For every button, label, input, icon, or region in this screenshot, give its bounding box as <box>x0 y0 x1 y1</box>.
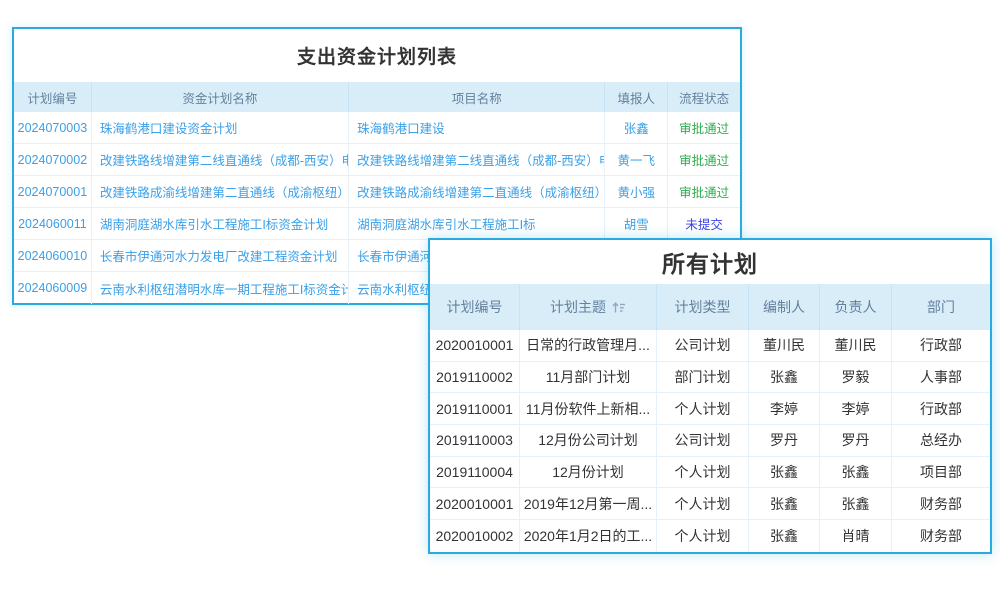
plan-subject-cell[interactable]: 日常的行政管理月... <box>520 330 657 361</box>
plan-row[interactable]: 2020010001 日常的行政管理月... 公司计划 董川民 董川民 行政部 <box>430 330 990 362</box>
status-badge: 审批通过 <box>668 176 740 207</box>
department-cell: 财务部 <box>892 520 990 552</box>
plan-no-cell: 2020010001 <box>430 488 520 519</box>
fund-plan-name-link[interactable]: 改建铁路成渝线增建第二直通线（成渝枢纽）... <box>92 176 349 207</box>
submitter-cell: 张鑫 <box>605 112 668 143</box>
fund-plan-row[interactable]: 2024070002 改建铁路线增建第二线直通线（成都-西安）电... 改建铁路… <box>14 144 740 176</box>
plan-row[interactable]: 2020010002 2020年1月2日的工... 个人计划 张鑫 肖晴 财务部 <box>430 520 990 552</box>
plan-subject-cell[interactable]: 12月份计划 <box>520 457 657 488</box>
column-header-fund-plan-name: 资金计划名称 <box>92 82 349 112</box>
owner-cell: 董川民 <box>820 330 892 361</box>
fund-plan-name-link[interactable]: 珠海鹤港口建设资金计划 <box>92 112 349 143</box>
author-cell: 李婷 <box>749 393 820 424</box>
owner-cell: 罗毅 <box>820 362 892 393</box>
department-cell: 财务部 <box>892 488 990 519</box>
all-plans-table-header: 计划编号 计划主题 计划类型 编制人 负责人 部门 <box>430 284 990 330</box>
plan-no-cell: 2019110004 <box>430 457 520 488</box>
department-cell: 行政部 <box>892 393 990 424</box>
owner-cell: 张鑫 <box>820 457 892 488</box>
plan-row[interactable]: 2020010001 2019年12月第一周... 个人计划 张鑫 张鑫 财务部 <box>430 488 990 520</box>
plan-no-cell[interactable]: 2024060010 <box>14 240 92 271</box>
plan-subject-cell[interactable]: 2019年12月第一周... <box>520 488 657 519</box>
plan-type-cell: 个人计划 <box>657 488 749 519</box>
plan-type-cell: 公司计划 <box>657 425 749 456</box>
plan-no-cell: 2019110002 <box>430 362 520 393</box>
fund-plan-name-link[interactable]: 改建铁路线增建第二线直通线（成都-西安）电... <box>92 144 349 175</box>
fund-plan-table-header: 计划编号 资金计划名称 项目名称 填报人 流程状态 <box>14 82 740 112</box>
submitter-cell: 胡雪 <box>605 208 668 239</box>
author-cell: 张鑫 <box>749 457 820 488</box>
plan-no-cell[interactable]: 2024060009 <box>14 272 92 304</box>
department-cell: 行政部 <box>892 330 990 361</box>
column-header-plan-no: 计划编号 <box>14 82 92 112</box>
plan-row[interactable]: 2019110004 12月份计划 个人计划 张鑫 张鑫 项目部 <box>430 457 990 489</box>
plan-subject-cell[interactable]: 2020年1月2日的工... <box>520 520 657 552</box>
project-name-link[interactable]: 珠海鹤港口建设 <box>349 112 605 143</box>
project-name-link[interactable]: 湖南洞庭湖水库引水工程施工I标 <box>349 208 605 239</box>
fund-plan-name-link[interactable]: 长春市伊通河水力发电厂改建工程资金计划 <box>92 240 349 271</box>
plan-no-cell[interactable]: 2024070002 <box>14 144 92 175</box>
owner-cell: 罗丹 <box>820 425 892 456</box>
status-badge: 审批通过 <box>668 112 740 143</box>
column-header-workflow-status: 流程状态 <box>668 82 740 112</box>
submitter-cell: 黄小强 <box>605 176 668 207</box>
fund-plan-list-title: 支出资金计划列表 <box>14 29 740 82</box>
fund-plan-name-link[interactable]: 湖南洞庭湖水库引水工程施工I标资金计划 <box>92 208 349 239</box>
plan-type-cell: 公司计划 <box>657 330 749 361</box>
plan-type-cell: 部门计划 <box>657 362 749 393</box>
fund-plan-row[interactable]: 2024070001 改建铁路成渝线增建第二直通线（成渝枢纽）... 改建铁路成… <box>14 176 740 208</box>
plan-row[interactable]: 2019110001 11月份软件上新相... 个人计划 李婷 李婷 行政部 <box>430 393 990 425</box>
plan-no-cell: 2019110001 <box>430 393 520 424</box>
column-header-submitter: 填报人 <box>605 82 668 112</box>
status-badge: 审批通过 <box>668 144 740 175</box>
fund-plan-row[interactable]: 2024070003 珠海鹤港口建设资金计划 珠海鹤港口建设 张鑫 审批通过 <box>14 112 740 144</box>
author-cell: 董川民 <box>749 330 820 361</box>
department-cell: 总经办 <box>892 425 990 456</box>
plan-type-cell: 个人计划 <box>657 520 749 552</box>
owner-cell: 肖晴 <box>820 520 892 552</box>
plan-no-cell: 2020010002 <box>430 520 520 552</box>
fund-plan-row[interactable]: 2024060011 湖南洞庭湖水库引水工程施工I标资金计划 湖南洞庭湖水库引水… <box>14 208 740 240</box>
plan-subject-cell[interactable]: 11月部门计划 <box>520 362 657 393</box>
department-cell: 项目部 <box>892 457 990 488</box>
column-header-plan-no: 计划编号 <box>430 284 520 330</box>
sort-ascending-icon[interactable] <box>612 301 626 314</box>
owner-cell: 张鑫 <box>820 488 892 519</box>
column-header-plan-subject[interactable]: 计划主题 <box>520 284 657 330</box>
fund-plan-name-link[interactable]: 云南水利枢纽潜明水库一期工程施工I标资金计划 <box>92 272 349 304</box>
plan-no-cell[interactable]: 2024060011 <box>14 208 92 239</box>
plan-row[interactable]: 2019110003 12月份公司计划 公司计划 罗丹 罗丹 总经办 <box>430 425 990 457</box>
submitter-cell: 黄一飞 <box>605 144 668 175</box>
column-header-author: 编制人 <box>749 284 820 330</box>
plan-no-cell[interactable]: 2024070001 <box>14 176 92 207</box>
all-plans-panel: 所有计划 计划编号 计划主题 计划类型 编制人 负责人 部门 202001000… <box>428 238 992 554</box>
plan-no-cell: 2019110003 <box>430 425 520 456</box>
status-badge: 未提交 <box>668 208 740 239</box>
column-header-project-name: 项目名称 <box>349 82 605 112</box>
author-cell: 张鑫 <box>749 520 820 552</box>
plan-type-cell: 个人计划 <box>657 457 749 488</box>
author-cell: 张鑫 <box>749 488 820 519</box>
plan-no-cell: 2020010001 <box>430 330 520 361</box>
plan-subject-cell[interactable]: 12月份公司计划 <box>520 425 657 456</box>
owner-cell: 李婷 <box>820 393 892 424</box>
plan-subject-cell[interactable]: 11月份软件上新相... <box>520 393 657 424</box>
all-plans-title: 所有计划 <box>430 240 990 284</box>
column-header-department: 部门 <box>892 284 990 330</box>
project-name-link[interactable]: 改建铁路线增建第二线直通线（成都-西安）电... <box>349 144 605 175</box>
column-header-owner: 负责人 <box>820 284 892 330</box>
author-cell: 张鑫 <box>749 362 820 393</box>
project-name-link[interactable]: 改建铁路成渝线增建第二直通线（成渝枢纽）... <box>349 176 605 207</box>
author-cell: 罗丹 <box>749 425 820 456</box>
plan-row[interactable]: 2019110002 11月部门计划 部门计划 张鑫 罗毅 人事部 <box>430 362 990 394</box>
column-header-plan-type: 计划类型 <box>657 284 749 330</box>
plan-subject-label: 计划主题 <box>550 297 606 317</box>
plan-type-cell: 个人计划 <box>657 393 749 424</box>
plan-no-cell[interactable]: 2024070003 <box>14 112 92 143</box>
department-cell: 人事部 <box>892 362 990 393</box>
